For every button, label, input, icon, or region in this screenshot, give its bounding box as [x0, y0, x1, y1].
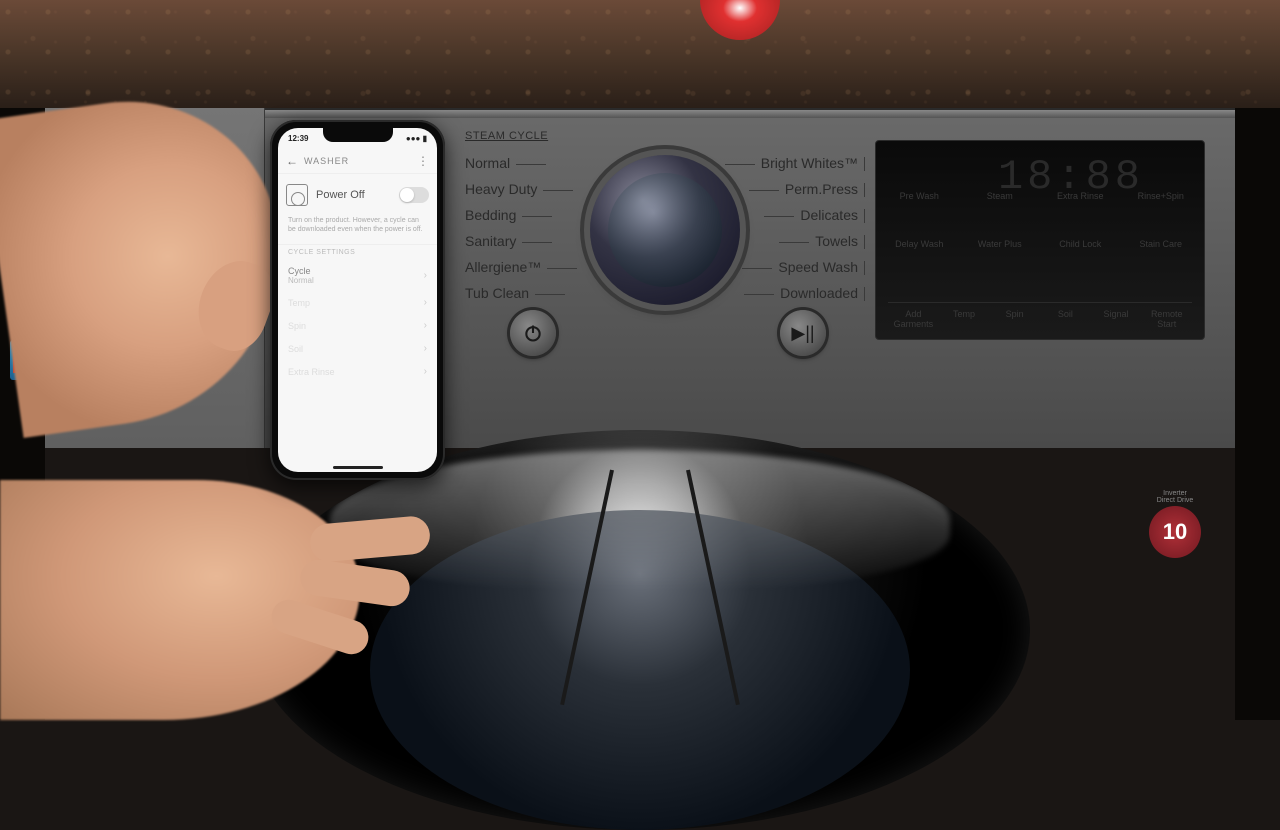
cycle-option: Delicates [725, 202, 865, 228]
cycle-option: Downloaded [725, 280, 865, 306]
time-display: 18:88 [998, 153, 1144, 201]
display-option[interactable]: Water Plus [969, 239, 1032, 249]
display-option[interactable]: Pre Wash [888, 191, 951, 201]
power-label: Power Off [316, 189, 391, 201]
home-indicator[interactable] [333, 466, 383, 469]
display-option[interactable]: Signal [1091, 309, 1142, 329]
app-title: WASHER [304, 156, 411, 166]
cycle-option: Tub Clean [465, 280, 577, 306]
display-option[interactable]: Soil [1040, 309, 1091, 329]
setting-row: Temp› [278, 291, 437, 314]
cycle-option: Bedding [465, 202, 577, 228]
display-option[interactable]: Child Lock [1049, 239, 1112, 249]
cycle-option: Heavy Duty [465, 176, 577, 202]
setting-row: Extra Rinse› [278, 360, 437, 383]
cycle-option: Allergiene™ [465, 254, 577, 280]
setting-row: Spin› [278, 314, 437, 337]
status-icons: ●●● ▮ [406, 134, 427, 143]
display-option[interactable]: Add Garments [888, 309, 939, 329]
cycle-option: Normal [465, 150, 577, 176]
display-option[interactable]: Stain Care [1130, 239, 1193, 249]
power-button[interactable] [510, 310, 556, 356]
washer-icon [286, 184, 308, 206]
cycle-option: Sanitary [465, 228, 577, 254]
cycle-option: Bright Whites™ [725, 150, 865, 176]
cycle-option: Towels [725, 228, 865, 254]
washer-display: 18:88 Pre WashSteamExtra RinseRinse+Spin… [875, 140, 1205, 340]
status-time: 12:39 [288, 134, 308, 143]
display-option[interactable]: Spin [989, 309, 1040, 329]
more-icon[interactable]: ⋮ [417, 154, 429, 168]
display-option[interactable]: Delay Wash [888, 239, 951, 249]
warranty-badge: Inverter Direct Drive 10 [1140, 490, 1210, 560]
display-option[interactable]: Temp [939, 309, 990, 329]
power-description: Turn on the product. However, a cycle ca… [278, 216, 437, 244]
back-icon[interactable]: ← [286, 154, 298, 168]
display-option[interactable]: Remote Start [1141, 309, 1192, 329]
app-header: ← WASHER ⋮ [278, 148, 437, 174]
cycle-dial[interactable] [590, 155, 740, 305]
countertop [0, 0, 1280, 108]
cycle-option: Speed Wash [725, 254, 865, 280]
setting-row: Soil› [278, 337, 437, 360]
phone-screen[interactable]: 12:39 ●●● ▮ ← WASHER ⋮ Power Off Turn on… [278, 128, 437, 472]
power-toggle[interactable] [399, 187, 429, 203]
steam-cycle-header: STEAM CYCLE [465, 130, 548, 142]
power-row: Power Off [278, 174, 437, 216]
setting-row[interactable]: CycleNormal› [278, 260, 437, 291]
smartphone: 12:39 ●●● ▮ ← WASHER ⋮ Power Off Turn on… [270, 120, 445, 480]
start-pause-button[interactable]: ▶|| [780, 310, 826, 356]
tripod-reflection [580, 470, 720, 720]
section-header: CYCLE SETTINGS [278, 244, 437, 260]
phone-notch [323, 128, 393, 142]
cycle-option: Perm.Press [725, 176, 865, 202]
